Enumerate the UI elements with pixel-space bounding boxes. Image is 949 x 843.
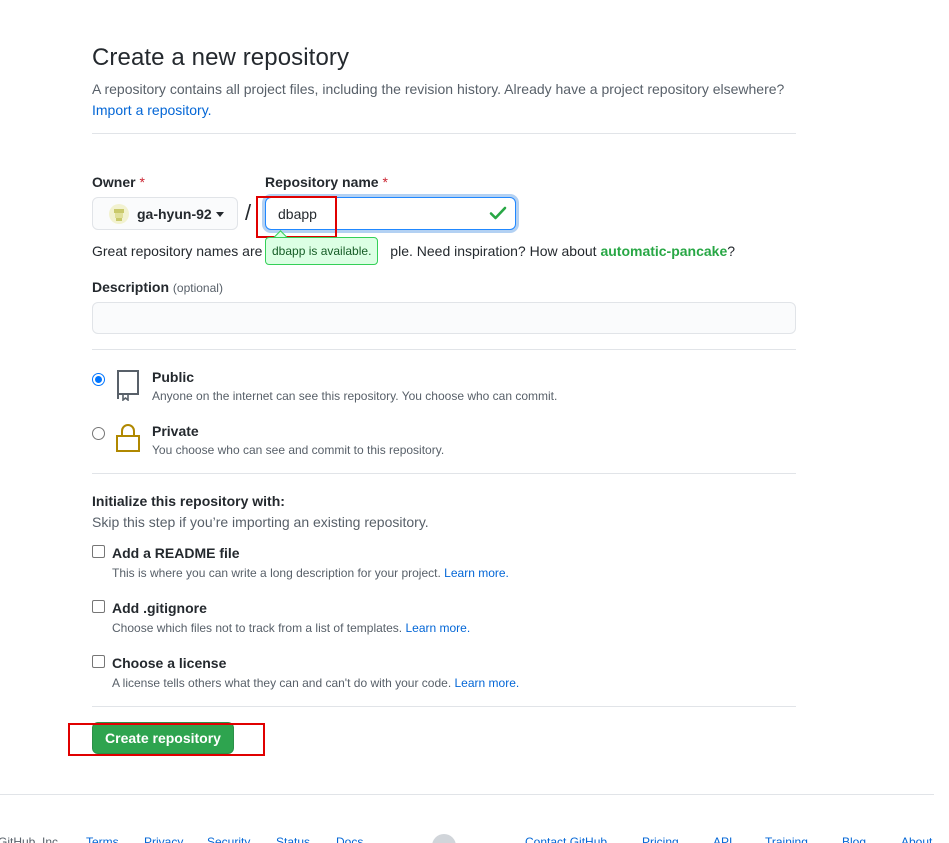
header-divider [92,133,796,134]
footer-link-blog[interactable]: Blog [842,835,866,843]
page-subtitle: A repository contains all project files,… [92,79,812,121]
footer-link-training[interactable]: Training [765,835,808,843]
footer-link-api[interactable]: API [713,835,732,843]
repo-name-label-text: Repository name [265,174,379,190]
footer-link-contact[interactable]: Contact GitHub [525,835,607,843]
chevron-down-icon [215,212,224,217]
page-title: Create a new repository [92,44,350,71]
readme-checkbox[interactable] [92,545,105,558]
repo-name-required-mark: * [382,174,388,190]
public-radio[interactable] [92,373,105,386]
private-radio[interactable] [92,427,105,440]
readme-title: Add a README file [112,545,240,561]
readme-learn-more-link[interactable]: Learn more. [444,566,509,580]
private-title: Private [152,423,199,439]
description-input[interactable] [92,302,796,334]
footer-link-pricing[interactable]: Pricing [642,835,679,843]
footer-divider [0,794,934,795]
lock-icon [116,424,140,452]
public-desc: Anyone on the internet can see this repo… [152,389,558,403]
init-subtitle: Skip this step if you’re importing an ex… [92,514,429,530]
hint-suffix: ? [727,243,736,259]
owner-required-mark: * [139,174,145,190]
gitignore-desc: Choose which files not to track from a l… [112,621,470,635]
availability-tooltip: dbapp is available. [265,237,379,265]
footer-link-docs[interactable]: Docs [336,835,363,843]
description-optional: (optional) [172,281,223,295]
license-desc: A license tells others what they can and… [112,676,519,690]
owner-repo-separator: / [245,200,252,225]
footer-link-terms[interactable]: Terms [86,835,119,843]
footer-link-privacy[interactable]: Privacy [144,835,183,843]
subtitle-text: A repository contains all project files,… [92,81,785,97]
license-checkbox[interactable] [92,655,105,668]
import-repository-link[interactable]: Import a repository. [92,102,212,118]
owner-value: ga-hyun-92 [137,205,212,222]
footer-link-status[interactable]: Status [276,835,310,843]
gitignore-desc-text: Choose which files not to track from a l… [112,621,403,635]
owner-dropdown[interactable]: ga-hyun-92 [92,197,238,230]
private-desc: You choose who can see and commit to thi… [152,443,445,457]
gitignore-learn-more-link[interactable]: Learn more. [405,621,470,635]
gitignore-title: Add .gitignore [112,600,207,616]
readme-desc: This is where you can write a long descr… [112,566,509,580]
description-label-text: Description [92,279,170,295]
footer-link-about[interactable]: About [901,835,932,843]
check-icon [489,206,507,220]
hint-prefix: Great repository names are s [92,243,274,259]
suggested-name[interactable]: automatic-pancake [600,243,727,259]
footer-copyright: GitHub, Inc. [0,835,62,843]
description-label: Description (optional) [92,279,223,295]
repo-book-icon [117,370,139,401]
owner-avatar-icon [109,203,129,224]
repo-name-label: Repository name * [265,174,388,190]
public-title: Public [152,369,195,385]
license-learn-more-link[interactable]: Learn more. [455,676,520,690]
readme-desc-text: This is where you can write a long descr… [112,566,441,580]
create-repository-button[interactable]: Create repository [92,722,234,754]
description-divider [92,349,796,350]
license-title: Choose a license [112,655,227,671]
owner-label: Owner * [92,174,145,190]
footer-links: GitHub, Inc. Terms Privacy Security Stat… [0,835,949,843]
repo-name-input[interactable] [265,197,516,230]
repo-name-hint: Great repository names are s ple. Need in… [92,243,735,259]
owner-label-text: Owner [92,174,136,190]
init-divider [92,706,796,707]
init-title: Initialize this repository with: [92,493,285,509]
gitignore-checkbox[interactable] [92,600,105,613]
license-desc-text: A license tells others what they can and… [112,676,452,690]
visibility-divider [92,473,796,474]
footer-link-security[interactable]: Security [207,835,250,843]
hint-middle: ple. Need inspiration? How about [390,243,601,259]
